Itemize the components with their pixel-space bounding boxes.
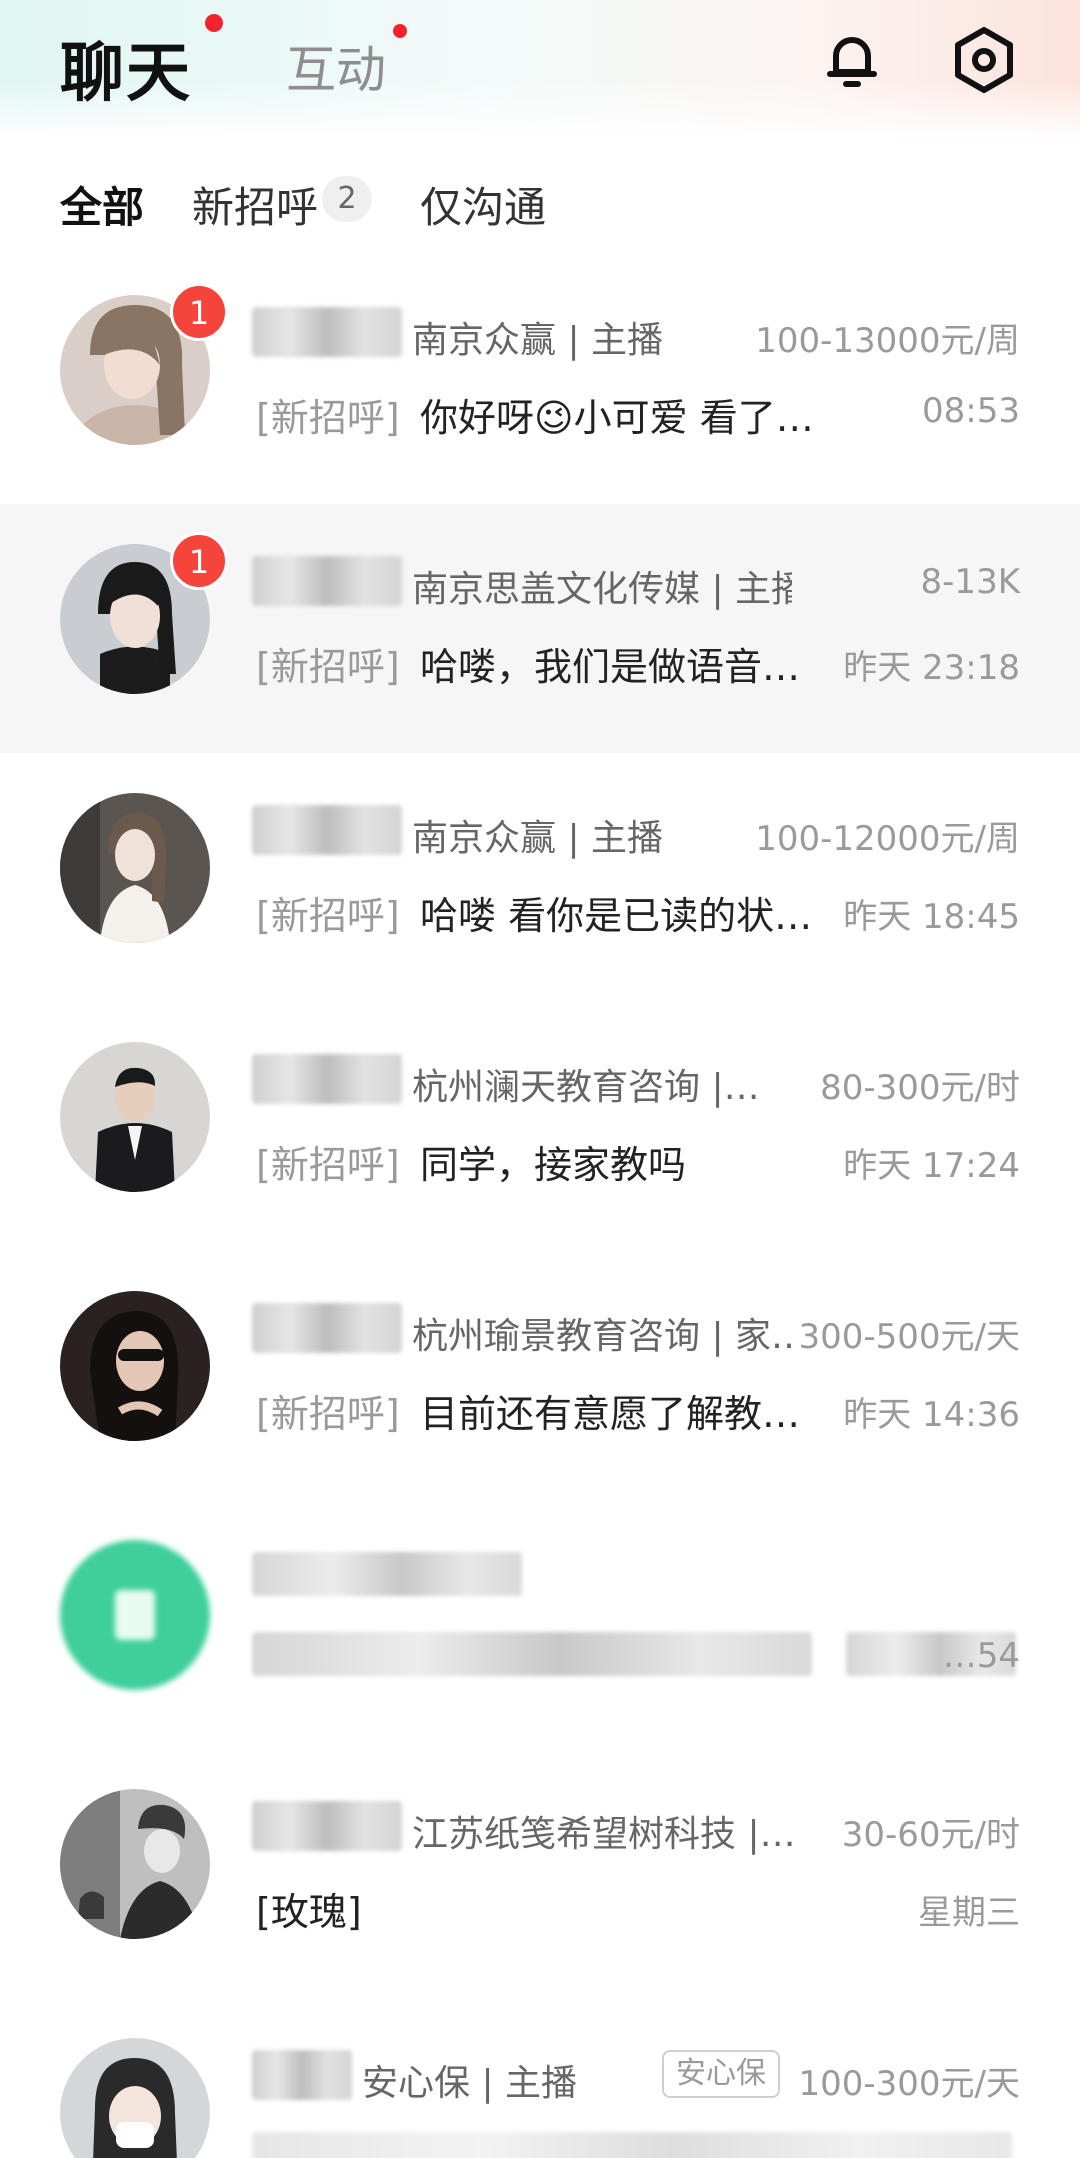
contact-name-blurred <box>252 1801 402 1851</box>
message-prefix: [新招呼] <box>256 645 400 689</box>
filter-tabs: 全部 新招呼 2 仅沟通 <box>0 170 1080 250</box>
chat-list: 1 南京众赢 | 主播 100-13000元/周 [新招呼] 你好呀😉小可爱 看… <box>0 255 1080 2158</box>
chat-item[interactable]: 杭州瑜景教育咨询 | 家… 300-500元/天 [新招呼] 目前还有意愿了解教… <box>0 1251 1080 1500</box>
insurance-tag: 安心保 <box>662 2050 780 2098</box>
contact-name-blurred <box>252 2050 352 2100</box>
salary-label: 100-13000元/周 <box>755 321 1020 361</box>
message-prefix: [新招呼] <box>256 1143 400 1187</box>
chat-item[interactable]: …54 <box>0 1500 1080 1749</box>
avatar <box>60 793 210 943</box>
chat-item[interactable]: 1 南京众赢 | 主播 100-13000元/周 [新招呼] 你好呀😉小可爱 看… <box>0 255 1080 504</box>
message-time: 昨天 18:45 <box>843 897 1020 937</box>
contact-name-blurred <box>252 1552 522 1596</box>
chat-notification-dot <box>205 14 223 32</box>
message-preview: 目前还有意愿了解教… <box>420 1392 801 1436</box>
avatar <box>60 1042 210 1192</box>
salary-label: 30-60元/时 <box>841 1815 1020 1855</box>
salary-label: 8-13K <box>920 562 1020 602</box>
message-prefix: [新招呼] <box>256 894 400 938</box>
message-time: 08:53 <box>922 391 1020 431</box>
interaction-notification-dot <box>393 24 407 38</box>
contact-name-blurred <box>252 556 402 606</box>
tab-interaction[interactable]: 互动 <box>286 30 386 102</box>
message-preview: 你好呀😉小可爱 看了你… <box>420 396 840 440</box>
company-label: 南京众赢 | 主播 <box>412 320 664 361</box>
message-preview: 哈喽 看你是已读的状… <box>420 894 813 938</box>
new-greetings-count-badge: 2 <box>322 176 372 222</box>
tab-new-greetings[interactable]: 新招呼 <box>192 174 318 235</box>
salary-label: 100-12000元/周 <box>755 819 1020 859</box>
tab-all[interactable]: 全部 <box>60 174 144 235</box>
contact-name-blurred <box>252 1054 402 1104</box>
gear-icon[interactable] <box>948 24 1020 96</box>
company-label: 南京众赢 | 主播 <box>412 818 664 859</box>
chat-item[interactable]: 杭州澜天教育咨询 |… 80-300元/时 [新招呼] 同学，接家教吗 昨天 1… <box>0 1002 1080 1251</box>
unread-badge: 1 <box>170 283 228 341</box>
tab-communication-only[interactable]: 仅沟通 <box>420 174 546 235</box>
avatar <box>60 1291 210 1441</box>
message-prefix: [新招呼] <box>256 396 400 440</box>
message-preview-blurred <box>252 2132 1012 2158</box>
message-time: …54 <box>942 1636 1020 1676</box>
message-time: 昨天 14:36 <box>843 1395 1020 1435</box>
message-preview: 同学，接家教吗 <box>420 1143 687 1187</box>
company-label: 江苏纸笺希望树科技 |… <box>412 1814 792 1855</box>
message-time: 昨天 23:18 <box>843 648 1020 688</box>
salary-label: 300-500元/天 <box>798 1317 1020 1357</box>
message-preview: [玫瑰] <box>256 1890 362 1934</box>
message-time: 昨天 17:24 <box>843 1146 1020 1186</box>
message-preview-blurred <box>252 1632 812 1676</box>
contact-name-blurred <box>252 1303 402 1353</box>
avatar <box>60 1789 210 1939</box>
contact-name-blurred <box>252 307 402 357</box>
unread-badge: 1 <box>170 532 228 590</box>
contact-name-blurred <box>252 805 402 855</box>
tab-chat[interactable]: 聊天 <box>60 22 192 114</box>
company-label: 安心保 | 主播 <box>362 2063 578 2104</box>
salary-label: 100-300元/天 <box>798 2064 1020 2104</box>
message-time: 星期三 <box>918 1893 1020 1933</box>
salary-label: 80-300元/时 <box>820 1068 1020 1108</box>
chat-item[interactable]: 安心保 | 主播 安心保 100-300元/天 <box>0 1998 1080 2158</box>
company-label: 杭州瑜景教育咨询 | 家… <box>412 1316 792 1357</box>
message-prefix: [新招呼] <box>256 1392 400 1436</box>
message-preview: 哈喽，我们是做语音… <box>420 645 801 689</box>
chat-item[interactable]: 南京众赢 | 主播 100-12000元/周 [新招呼] 哈喽 看你是已读的状…… <box>0 753 1080 1002</box>
company-label: 杭州澜天教育咨询 |… <box>412 1067 760 1108</box>
chat-item[interactable]: 1 南京思盖文化传媒 | 主播 8-13K [新招呼] 哈喽，我们是做语音… 昨… <box>0 504 1080 753</box>
chat-item[interactable]: 江苏纸笺希望树科技 |… 30-60元/时 [玫瑰] 星期三 <box>0 1749 1080 1998</box>
company-label: 南京思盖文化传媒 | 主播 <box>412 569 792 610</box>
bell-icon[interactable] <box>816 24 888 96</box>
avatar <box>60 1540 210 1690</box>
avatar <box>60 2038 210 2158</box>
app-header: 聊天 互动 <box>0 0 1080 130</box>
